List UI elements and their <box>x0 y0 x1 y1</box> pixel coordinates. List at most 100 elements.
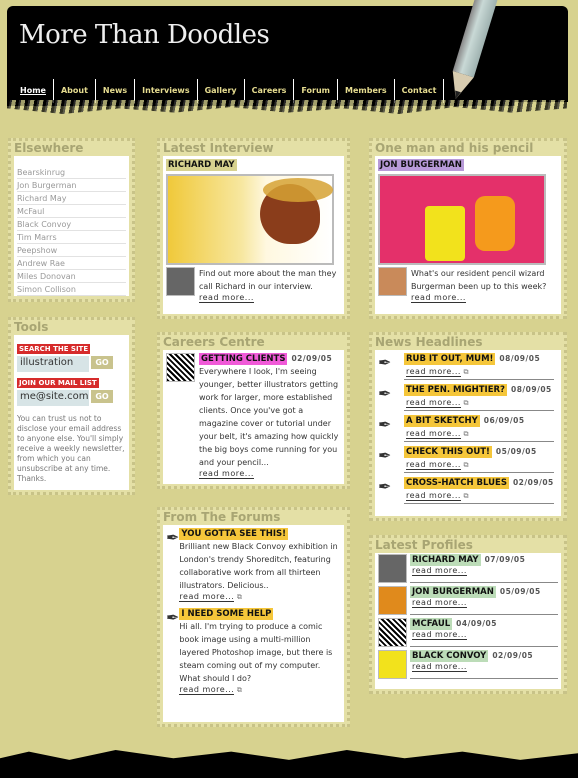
careers-title-tag[interactable]: GETTING CLIENTS <box>199 353 288 365</box>
header-right <box>490 6 568 102</box>
news-title[interactable]: CHECK THIS OUT! <box>404 446 492 458</box>
pen-nib-icon: ✒ <box>378 353 392 372</box>
profile-read-more[interactable]: read more... <box>412 662 467 672</box>
pencil-read-more[interactable]: read more... <box>411 293 466 303</box>
interview-panel: Latest Interview RICHARD MAY Find out mo… <box>157 138 350 319</box>
nav-contact[interactable]: Contact <box>395 79 445 103</box>
forum-text: Hi all. I'm trying to produce a comic bo… <box>179 622 333 683</box>
nav-news[interactable]: News <box>96 79 136 103</box>
forum-read-more[interactable]: read more... <box>179 685 235 695</box>
interview-read-more[interactable]: read more... <box>199 293 254 303</box>
forum-read-more[interactable]: read more... <box>179 592 235 602</box>
link-andrew-rae[interactable]: Andrew Rae <box>17 257 126 270</box>
news-item: ✒ CHECK THIS OUT! 05/09/05 read more... ⧉ <box>378 446 558 473</box>
news-date: 06/09/05 <box>483 416 525 425</box>
profile-date: 04/09/05 <box>456 619 497 628</box>
email-input[interactable]: me@site.com <box>17 390 89 406</box>
profile-date: 02/09/05 <box>492 651 534 660</box>
mail-go-button[interactable]: GO <box>91 390 113 403</box>
news-title[interactable]: CROSS-HATCH BLUES <box>404 477 509 489</box>
profile-date: 05/09/05 <box>499 587 541 596</box>
tools-panel: Tools SEARCH THE SITE illustration GO JOI… <box>8 317 135 495</box>
search-go-button[interactable]: GO <box>91 356 113 369</box>
careers-panel: Careers Centre GETTING CLIENTS 02/09/05 E… <box>157 332 350 489</box>
profile-name[interactable]: JON BURGERMAN <box>410 586 496 598</box>
news-date: 08/09/05 <box>510 385 552 394</box>
profile-date: 07/09/05 <box>484 555 526 564</box>
profile-thumbnail[interactable] <box>378 618 407 647</box>
nav-careers[interactable]: Careers <box>245 79 295 103</box>
pencil-heading: One man and his pencil <box>375 141 534 155</box>
richard-may-thumbnail[interactable] <box>166 267 195 296</box>
careers-thumbnail <box>166 353 195 382</box>
profile-name[interactable]: BLACK CONVOY <box>410 650 489 662</box>
link-richard-may[interactable]: Richard May <box>17 192 126 205</box>
external-link-icon: ⧉ <box>236 686 242 694</box>
news-read-more[interactable]: read more... <box>406 460 461 470</box>
profile-read-more[interactable]: read more... <box>412 630 467 640</box>
nav-about[interactable]: About <box>54 79 96 103</box>
profile-thumbnail[interactable] <box>378 650 407 679</box>
interview-image[interactable] <box>166 174 334 265</box>
profile-read-more[interactable]: read more... <box>412 598 467 608</box>
nav-home[interactable]: Home <box>13 79 54 103</box>
profile-name[interactable]: RICHARD MAY <box>410 554 481 566</box>
forum-title[interactable]: YOU GOTTA SEE THIS! <box>179 528 288 540</box>
profile-name[interactable]: MCFAUL <box>410 618 453 630</box>
news-date: 02/09/05 <box>512 478 554 487</box>
nav-members[interactable]: Members <box>338 79 395 103</box>
forums-panel: From The Forums ✒ YOU GOTTA SEE THIS! Br… <box>157 507 350 727</box>
profile-read-more[interactable]: read more... <box>412 566 467 576</box>
news-title[interactable]: RUB IT OUT, MUM! <box>404 353 496 365</box>
torn-footer <box>0 749 578 778</box>
careers-date: 02/09/05 <box>291 354 333 363</box>
news-read-more[interactable]: read more... <box>406 491 461 501</box>
interview-heading: Latest Interview <box>163 141 274 155</box>
careers-read-more[interactable]: read more... <box>199 469 254 479</box>
torn-edge <box>7 100 567 114</box>
link-jon-burgerman[interactable]: Jon Burgerman <box>17 179 126 192</box>
interview-name-tag[interactable]: RICHARD MAY <box>166 159 237 171</box>
link-bearskinrug[interactable]: Bearskinrug <box>17 166 126 179</box>
profile-thumbnail[interactable] <box>378 554 407 583</box>
nav-gallery[interactable]: Gallery <box>198 79 245 103</box>
news-read-more[interactable]: read more... <box>406 398 461 408</box>
pencil-panel: One man and his pencil JON BURGERMAN Wha… <box>369 138 567 319</box>
link-peepshow[interactable]: Peepshow <box>17 244 126 257</box>
site-title[interactable]: More Than Doodles <box>19 20 270 50</box>
nav-interviews[interactable]: Interviews <box>135 79 198 103</box>
pen-nib-icon: ✒ <box>378 384 392 403</box>
profile-item: JON BURGERMAN 05/09/05 read more... <box>378 586 558 615</box>
profile-thumbnail[interactable] <box>378 586 407 615</box>
external-link-icon: ⧉ <box>236 593 242 601</box>
link-black-convoy[interactable]: Black Convoy <box>17 218 126 231</box>
profile-item: MCFAUL 04/09/05 read more... <box>378 618 558 647</box>
site-header: More Than Doodles Home About News Interv… <box>7 6 515 106</box>
link-mcfaul[interactable]: McFaul <box>17 205 126 218</box>
external-link-icon: ⧉ <box>463 461 469 469</box>
pen-nib-icon: ✒ <box>378 477 392 496</box>
forum-title[interactable]: I NEED SOME HELP <box>179 608 274 620</box>
forums-heading: From The Forums <box>163 510 281 524</box>
search-input[interactable]: illustration <box>17 356 89 372</box>
nav-forum[interactable]: Forum <box>294 79 339 103</box>
pencil-name-tag[interactable]: JON BURGERMAN <box>378 159 464 171</box>
news-read-more[interactable]: read more... <box>406 429 461 439</box>
link-simon-collison[interactable]: Simon Collison <box>17 283 126 296</box>
search-label: SEARCH THE SITE <box>17 344 91 354</box>
news-read-more[interactable]: read more... <box>406 367 461 377</box>
news-title[interactable]: A BIT SKETCHY <box>404 415 480 427</box>
pencil-image[interactable] <box>378 174 546 265</box>
privacy-note: You can trust us not to disclose your em… <box>17 414 125 483</box>
forum-item: ✒ I NEED SOME HELP Hi all. I'm trying to… <box>166 608 341 695</box>
profile-item: BLACK CONVOY 02/09/05 read more... <box>378 650 558 679</box>
link-tim-marrs[interactable]: Tim Marrs <box>17 231 126 244</box>
pen-nib-icon: ✒ <box>166 608 180 627</box>
news-date: 08/09/05 <box>499 354 541 363</box>
profiles-panel: Latest Profiles RICHARD MAY 07/09/05 read … <box>369 535 567 694</box>
forum-text: Brilliant new Black Convoy exhibition in… <box>179 542 338 590</box>
external-link-icon: ⧉ <box>463 368 469 376</box>
jon-burgerman-thumbnail[interactable] <box>378 267 407 296</box>
link-miles-donovan[interactable]: Miles Donovan <box>17 270 126 283</box>
news-title[interactable]: THE PEN. MIGHTIER? <box>404 384 507 396</box>
